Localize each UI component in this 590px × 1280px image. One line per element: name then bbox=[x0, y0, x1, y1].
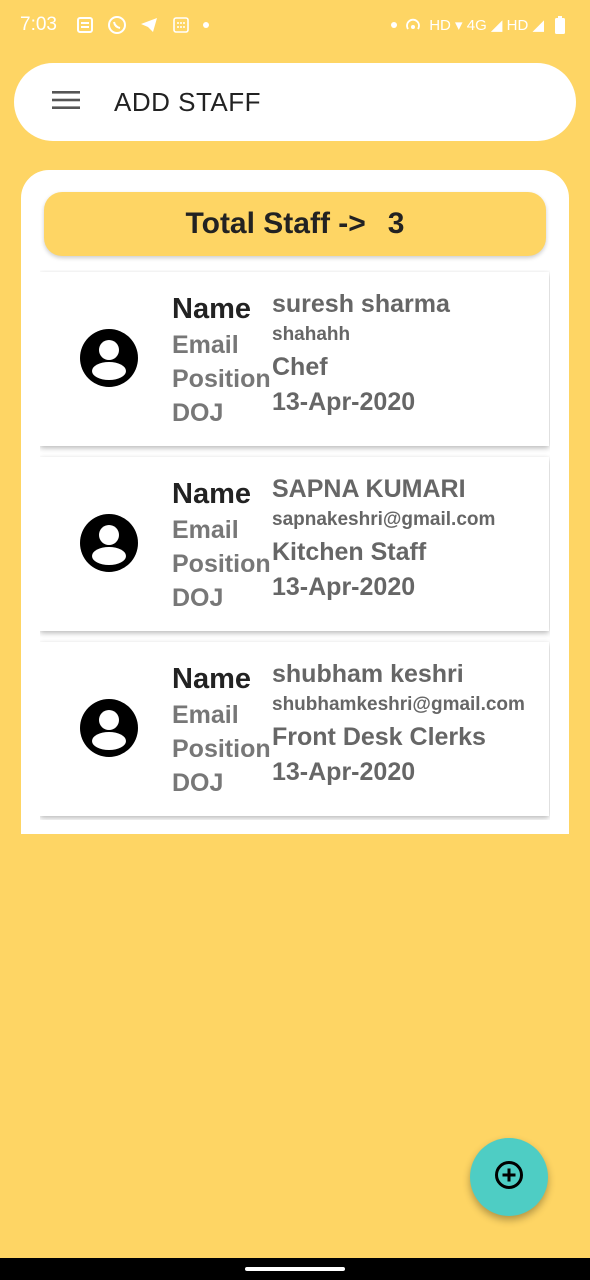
name-label: Name bbox=[172, 478, 251, 510]
account-circle-icon bbox=[79, 328, 139, 388]
staff-email: sapnakeshri@gmail.com bbox=[272, 509, 496, 530]
news-icon bbox=[75, 15, 95, 35]
staff-doj: 13-Apr-2020 bbox=[272, 758, 416, 786]
hamburger-menu-icon bbox=[51, 89, 81, 116]
doj-label: DOJ bbox=[172, 584, 224, 612]
staff-card[interactable]: Name Email Position DOJ shubham keshri s… bbox=[40, 642, 549, 816]
whatsapp-icon bbox=[107, 15, 127, 35]
staff-name: SAPNA KUMARI bbox=[272, 475, 466, 503]
staff-doj: 13-Apr-2020 bbox=[272, 388, 416, 416]
staff-list: Name Email Position DOJ suresh sharma sh… bbox=[40, 270, 550, 820]
total-staff-count: 3 bbox=[387, 207, 405, 240]
add-staff-button[interactable] bbox=[470, 1138, 548, 1216]
staff-doj: 13-Apr-2020 bbox=[272, 573, 416, 601]
staff-name: suresh sharma bbox=[272, 290, 450, 318]
telegram-icon bbox=[139, 15, 159, 35]
name-label: Name bbox=[172, 293, 251, 325]
email-label: Email bbox=[172, 701, 239, 729]
battery-icon bbox=[550, 15, 570, 35]
menu-button[interactable] bbox=[36, 72, 96, 132]
staff-position: Kitchen Staff bbox=[272, 538, 427, 566]
staff-name: shubham keshri bbox=[272, 660, 464, 688]
network-indicators: HD ▾ 4G ◢ HD ◢ bbox=[429, 17, 544, 34]
app-bar: ADD STAFF bbox=[14, 63, 576, 141]
hotspot-icon bbox=[403, 15, 423, 35]
system-nav-bar bbox=[0, 1258, 590, 1280]
page-title: ADD STAFF bbox=[114, 86, 262, 117]
position-label: Position bbox=[172, 365, 271, 393]
staff-panel: Total Staff -> 3 Name Email Position DOJ… bbox=[21, 170, 569, 834]
total-staff-label: Total Staff -> bbox=[185, 207, 366, 240]
account-circle-icon bbox=[79, 513, 139, 573]
name-label: Name bbox=[172, 663, 251, 695]
staff-position: Chef bbox=[272, 353, 328, 381]
status-dot-icon bbox=[391, 22, 398, 28]
notification-dot-icon bbox=[202, 22, 209, 28]
staff-email: shubhamkeshri@gmail.com bbox=[272, 694, 525, 715]
add-circle-icon bbox=[494, 1160, 524, 1195]
status-bar: 7:03 HD ▾ 4G ◢ HD ◢ bbox=[0, 0, 590, 50]
doj-label: DOJ bbox=[172, 769, 224, 797]
email-label: Email bbox=[172, 516, 239, 544]
staff-email: shahahh bbox=[272, 324, 351, 345]
status-time: 7:03 bbox=[20, 14, 57, 35]
account-circle-icon bbox=[79, 698, 139, 758]
staff-card[interactable]: Name Email Position DOJ SAPNA KUMARI sap… bbox=[40, 457, 549, 631]
position-label: Position bbox=[172, 550, 271, 578]
staff-position: Front Desk Clerks bbox=[272, 723, 486, 751]
doj-label: DOJ bbox=[172, 399, 224, 427]
home-gesture-handle[interactable] bbox=[245, 1267, 345, 1271]
staff-card[interactable]: Name Email Position DOJ suresh sharma sh… bbox=[40, 272, 549, 446]
total-staff-banner: Total Staff -> 3 bbox=[44, 192, 546, 256]
position-label: Position bbox=[172, 735, 271, 763]
calculator-icon bbox=[171, 15, 191, 35]
email-label: Email bbox=[172, 331, 239, 359]
